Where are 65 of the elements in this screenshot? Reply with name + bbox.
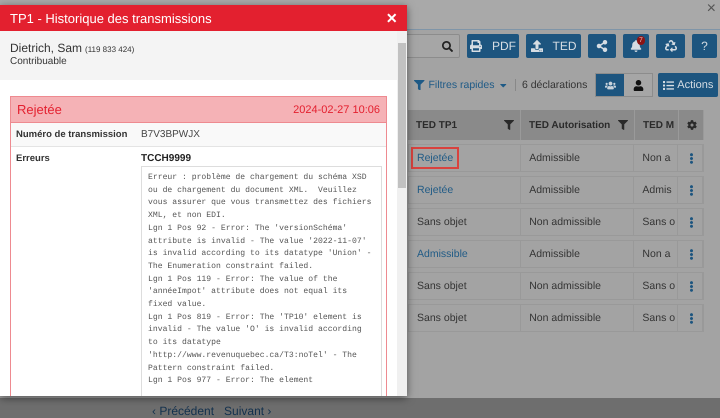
help-button[interactable]: ? (692, 34, 717, 58)
taxpayer-id: (119 833 424) (85, 45, 134, 54)
table-cell-text: Admis (641, 183, 673, 198)
table-cell-text: Non a (641, 151, 672, 166)
share-icon (596, 40, 608, 52)
field-label: Numéro de transmission (16, 129, 128, 140)
table-cell-text: Sans objet (416, 279, 468, 294)
transmission-date: 2024-02-27 10:06 (293, 104, 380, 116)
scrollbar[interactable] (397, 31, 407, 396)
error-message: Erreur : problème de chargement du schéma XSD ou de chargement du document XML. Veuillez vous assurer que vous transmettez des fichiers XML, et non EDI. (148, 172, 372, 222)
close-icon[interactable]: × (706, 0, 716, 18)
quick-filters-link[interactable]: Filtres rapides (414, 79, 509, 91)
share-button[interactable] (588, 34, 616, 58)
table-cell-text: Non admissible (528, 215, 602, 230)
filter-icon[interactable] (504, 120, 514, 130)
field-value: B7V3BPWJX (141, 129, 200, 140)
table-cell-text: Sans o (641, 215, 676, 230)
recycle-button[interactable] (656, 34, 685, 58)
status-link[interactable]: Rejetée (411, 179, 460, 201)
group-icon (604, 80, 616, 90)
close-button[interactable]: × (386, 9, 397, 27)
error-message: Lgn 1 Pos 977 - Error: The element (148, 375, 314, 388)
filter-icon (414, 80, 424, 90)
view-toggle[interactable] (596, 74, 624, 96)
error-text-area[interactable] (141, 166, 382, 396)
table-cell-text: Sans objet (416, 215, 468, 230)
upload-button[interactable]: TED (526, 34, 581, 58)
next-link[interactable]: Suivant › (224, 404, 272, 418)
actions-button[interactable]: Actions (658, 73, 718, 97)
recycle-icon (664, 40, 676, 52)
status-link[interactable]: Admissible (411, 243, 474, 265)
dialog-title: TP1 - Historique des transmissions (10, 10, 212, 26)
column-header: TED TP1 (416, 120, 458, 130)
print-icon (470, 40, 482, 52)
column-header: TED M (643, 120, 674, 130)
error-message: Lgn 1 Pos 819 - Error: The 'TP10' element is invalid - The value 'O' is invalid according to its datatype 'http://www.revenuquebec.ca/T3:noTel' - The Pattern constraint failed. (148, 312, 363, 375)
error-message: Lgn 1 Pos 119 - Error: The value of the 'annéeImpot' attribute does not equal its fixed value. (148, 274, 348, 312)
table-cell-text: Non a (641, 247, 672, 262)
print-button[interactable]: PDF (467, 34, 519, 58)
table-cell-text: Admissible (528, 151, 581, 166)
settings-icon[interactable] (687, 120, 697, 130)
taxpayer-role: Contribuable (10, 56, 68, 67)
table-cell-text: Sans objet (416, 311, 468, 326)
person-icon (632, 80, 644, 90)
declaration-count: 6 déclarations (514, 79, 588, 91)
transmission-status: Rejetée (17, 102, 62, 117)
field-label: Erreurs (16, 153, 51, 166)
table-cell-text: Sans o (641, 311, 676, 326)
status-link[interactable]: Rejetée (411, 147, 460, 169)
taxpayer-name: Dietrich, Sam (10, 41, 82, 55)
filter-icon[interactable] (618, 120, 628, 130)
table-cell-text: Admissible (528, 247, 581, 262)
column-header: TED Autorisation (529, 120, 610, 130)
error-code: TCCH9999 (141, 153, 192, 164)
previous-link[interactable]: ‹ Précédent (152, 404, 214, 418)
table-cell-text: Non admissible (528, 279, 602, 294)
upload-icon (530, 40, 542, 52)
scrollbar-thumb[interactable] (398, 43, 406, 188)
table-cell-text: Admissible (528, 183, 581, 198)
error-message: Lgn 1 Pos 92 - Error: The 'versionSchéma' attribute is invalid - The value '2022-11-07' is invalid according to its datatype 'Union' - The Enumeration constraint failed. (148, 222, 372, 273)
table-cell-text: Sans o (641, 279, 676, 294)
list-icon (663, 80, 674, 90)
search-icon (442, 40, 453, 52)
table-cell-text: Non admissible (528, 311, 602, 326)
bell-icon (630, 40, 642, 52)
